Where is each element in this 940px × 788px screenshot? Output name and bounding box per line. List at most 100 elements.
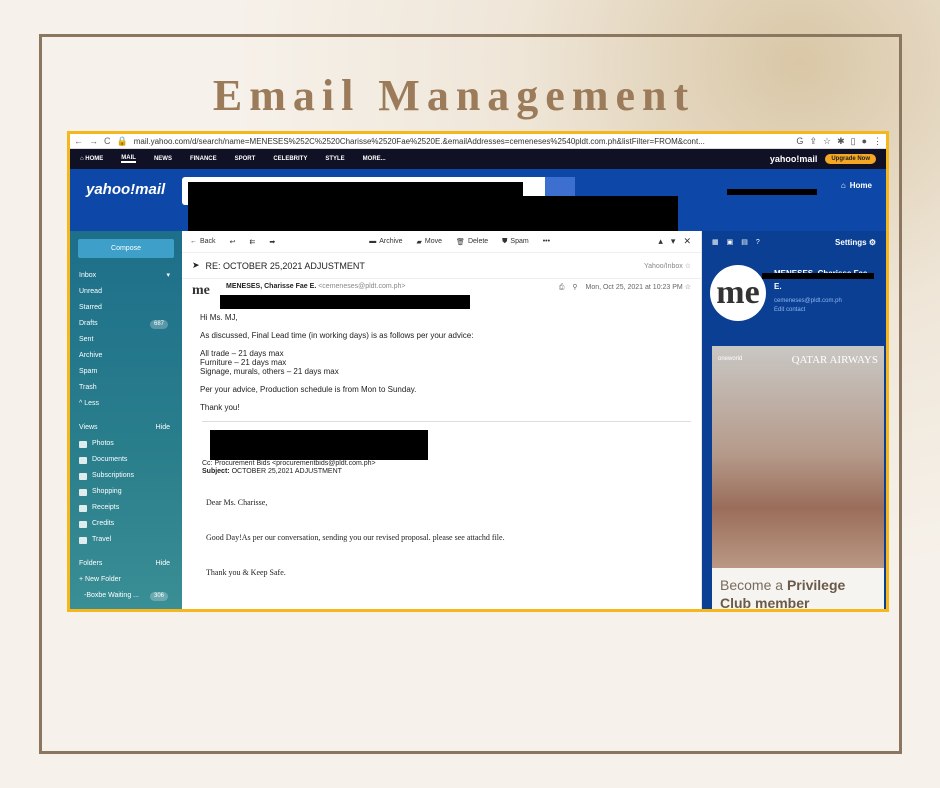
sidebar-item-less[interactable]: ^ Less [70,396,182,412]
avatar[interactable]: me [710,265,766,321]
redaction-bar [220,295,470,309]
views-hide-link[interactable]: Hide [156,420,170,436]
url-field[interactable]: mail.yahoo.com/d/search/name=MENESES%252… [134,137,791,146]
nav-mail[interactable]: MAIL [121,155,136,163]
calendar-icon[interactable]: ▣ [727,238,734,246]
sidebar-item-sent[interactable]: Sent [70,332,182,348]
folder-icon: ▰ [416,238,422,246]
contacts-icon[interactable]: ▦ [712,238,719,246]
sender-row: me MENESES, Charisse Fae E. <cemeneses@p… [182,279,701,313]
spam-button[interactable]: ⛊ Spam [502,238,529,246]
browser-extensions: G ⇪ ☆ ✱ ▯ ● ⋮ [796,136,886,147]
sidebar-icon[interactable]: ▯ [851,136,856,147]
notepad-icon[interactable]: ▤ [741,238,748,246]
chevron-down-icon: ▾ [166,272,170,279]
contact-email: cemeneses@pldt.com.ph Edit contact [774,298,842,315]
star-icon[interactable]: ☆ [685,284,691,291]
sidebar-item-photos[interactable]: Photos [70,436,182,452]
reload-icon[interactable]: C [104,136,111,146]
reply-all-icon[interactable]: ⇇ [249,238,255,246]
edit-contact-link[interactable]: Edit contact [774,306,842,315]
help-icon[interactable]: ? [756,239,760,246]
nav-celebrity[interactable]: CELEBRITY [273,156,307,162]
sidebar-item-receipts[interactable]: Receipts [70,500,182,516]
folder-count-badge: 306 [149,591,168,601]
forward-icon[interactable]: ➡ [269,238,275,246]
folders-header: Folders Hide [70,556,182,572]
nav-news[interactable]: NEWS [154,156,172,162]
contact-card: me MENESES, Charisse Fae E. cemeneses@pl… [702,253,886,333]
google-icon[interactable]: G [796,136,803,147]
sender-name[interactable]: MENESES, Charisse Fae E. <cemeneses@pldt… [226,283,405,290]
sidebar-item-trash[interactable]: Trash [70,380,182,396]
compose-button[interactable]: Compose [78,239,174,258]
home-button[interactable]: ⌂ Home [841,181,872,190]
sidebar-item-subscriptions[interactable]: Subscriptions [70,468,182,484]
yahoo-mail-brand: yahoo!mail [769,154,818,164]
mail-header: yahoo!mail ⌂ Home [70,169,886,232]
new-folder-button[interactable]: + New Folder [70,572,182,588]
down-arrow-icon[interactable]: ▾ [671,236,676,247]
upgrade-button[interactable]: Upgrade Now [825,154,876,164]
sidebar-item-drafts[interactable]: Drafts 687 [70,316,182,332]
lock-icon: 🔒 [116,135,128,146]
document-icon [79,456,87,464]
redaction-bar [188,182,523,196]
trash-icon: 🗑 [456,238,465,246]
ad-text: Become a Privilege Club member [712,568,884,609]
credit-card-icon [79,520,87,528]
sidebar-item-documents[interactable]: Documents [70,452,182,468]
reply-greeting: Dear Ms. Charisse, [206,498,268,507]
share-icon[interactable]: ⇪ [809,136,817,147]
print-icon[interactable]: ⎙ [559,284,565,291]
sidebar-item-shopping[interactable]: Shopping [70,484,182,500]
subject-arrow-icon: ➤ [192,260,200,270]
star-icon[interactable]: ☆ [685,263,691,270]
profile-icon[interactable]: ● [862,136,867,147]
contact-name: MENESES, Charisse Fae E. [774,269,867,291]
back-arrow-icon[interactable]: ← [74,136,83,146]
attachment-icon[interactable]: ⚲ [572,284,577,291]
archive-icon: ▬ [369,238,377,245]
sidebar-item-inbox[interactable]: Inbox ▾ [70,268,182,284]
delete-button[interactable]: 🗑 Delete [456,238,488,246]
message-date: ⎙ ⚲ Mon, Oct 25, 2021 at 10:23 PM ☆ [558,284,691,291]
more-button[interactable]: ••• [543,238,550,245]
screenshot: ← → C 🔒 mail.yahoo.com/d/search/name=MEN… [67,131,889,612]
advertisement[interactable]: oneworld QATAR AIRWAYS Become a Privileg… [712,346,884,609]
ad-airline: QATAR AIRWAYS [791,354,878,366]
sidebar-item-unread[interactable]: Unread [70,284,182,300]
nav-home[interactable]: ⌂ HOME [80,156,103,162]
close-icon[interactable]: ✕ [683,236,691,247]
reply-icon[interactable]: ↩ [230,238,236,246]
archive-button[interactable]: ▬ Archive [369,238,402,245]
folders-hide-link[interactable]: Hide [156,556,170,572]
avatar[interactable]: me [192,283,210,299]
sidebar: Compose Inbox ▾ Unread Starred Drafts 687 … [70,231,182,609]
yahoo-mail-logo[interactable]: yahoo!mail [86,181,165,198]
nav-finance[interactable]: FINANCE [190,156,217,162]
forward-arrow-icon[interactable]: → [89,136,98,146]
nav-more[interactable]: MORE... [363,156,386,162]
message-subject: ➤ RE: OCTOBER 25,2021 ADJUSTMENT Yahoo/I… [182,253,701,279]
sidebar-item-boxbe[interactable]: -Boxbe Waiting ... 306 [70,588,182,604]
sidebar-item-credits[interactable]: Credits [70,516,182,532]
quoted-message: Cc: Procurement Bids <procurementbids@pl… [202,421,691,476]
nav-sport[interactable]: SPORT [235,156,256,162]
plane-icon [79,536,87,544]
puzzle-icon[interactable]: ✱ [837,136,845,147]
up-arrow-icon[interactable]: ▴ [658,236,663,247]
menu-icon[interactable]: ⋮ [873,136,882,147]
sidebar-item-spam[interactable]: Spam [70,364,182,380]
sidebar-item-archive[interactable]: Archive [70,348,182,364]
home-icon: ⌂ [840,181,846,190]
nav-style[interactable]: STYLE [325,156,344,162]
back-button[interactable]: ← Back [190,238,216,245]
star-icon[interactable]: ☆ [823,136,831,147]
settings-button[interactable]: Settings ⚙ [835,238,886,247]
sidebar-item-travel[interactable]: Travel [70,532,182,548]
reply-close: Thank you & Keep Safe. [206,568,286,577]
sidebar-item-starred[interactable]: Starred [70,300,182,316]
yahoo-top-nav: ⌂ HOME MAIL NEWS FINANCE SPORT CELEBRITY… [70,149,886,169]
move-button[interactable]: ▰ Move [417,238,443,246]
